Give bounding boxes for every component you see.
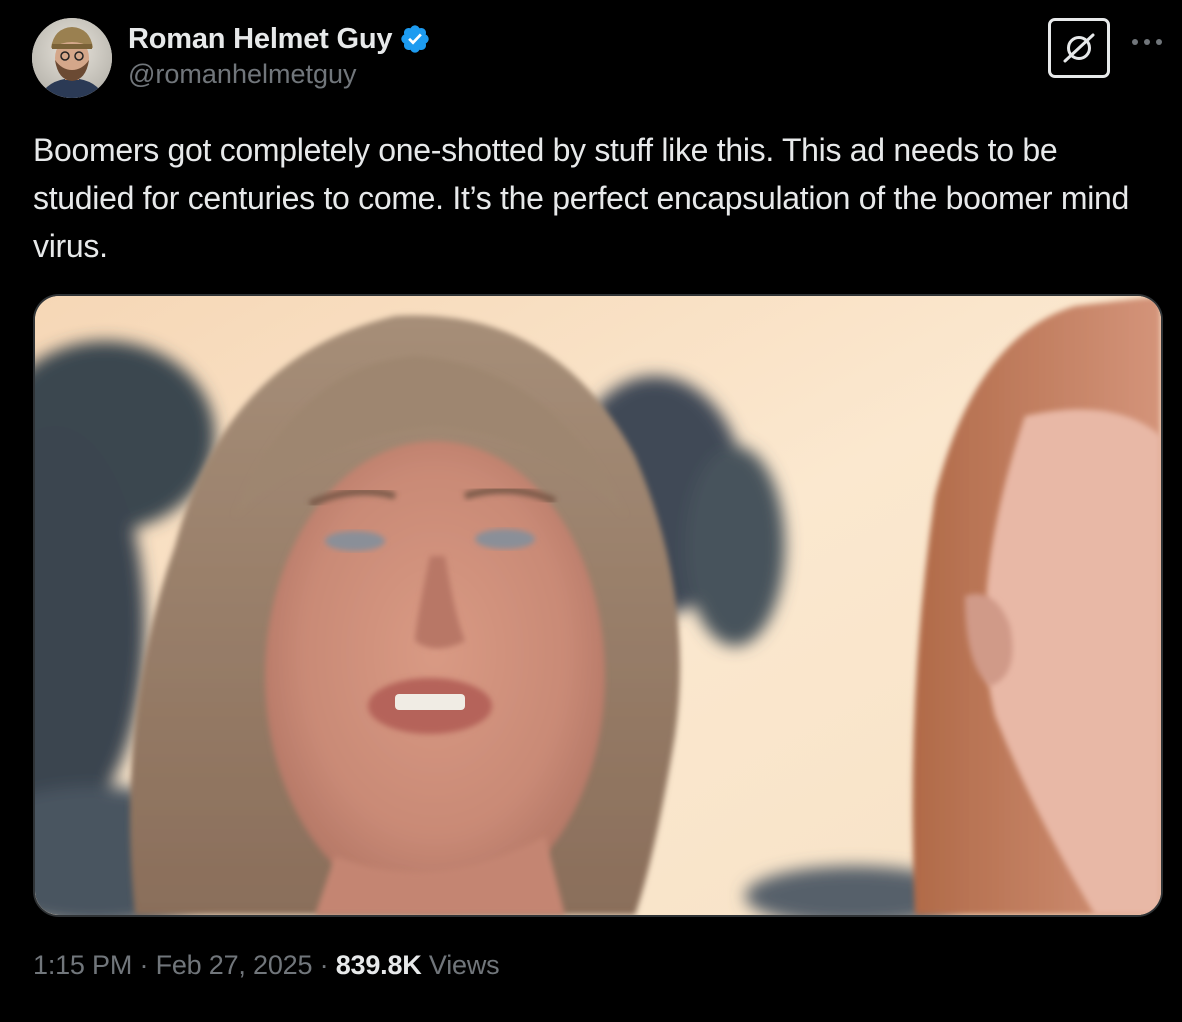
avatar[interactable] <box>32 18 112 98</box>
name-row: Roman Helmet Guy <box>128 20 431 58</box>
more-button[interactable] <box>1129 30 1165 54</box>
grok-button[interactable] <box>1048 18 1110 78</box>
grok-icon <box>1063 33 1095 63</box>
views-count[interactable]: 839.8K <box>336 950 422 980</box>
media-video[interactable] <box>33 294 1163 917</box>
avatar-image <box>32 18 112 98</box>
more-dots-icon <box>1132 39 1162 45</box>
tweet-date[interactable]: Feb 27, 2025 <box>156 950 313 980</box>
tweet-text: Boomers got completely one-shotted by st… <box>33 132 1130 264</box>
meta-separator: · <box>319 950 329 980</box>
tweet: Roman Helmet Guy @romanhelmetguy Boomers… <box>0 0 1182 1022</box>
display-name[interactable]: Roman Helmet Guy <box>128 23 393 56</box>
author-info: Roman Helmet Guy @romanhelmetguy <box>128 20 431 90</box>
views-label: Views <box>428 950 500 980</box>
video-frame-image <box>35 296 1161 915</box>
tweet-meta: 1:15 PM · Feb 27, 2025 · 839.8K Views <box>33 950 500 981</box>
meta-separator: · <box>139 950 149 980</box>
handle[interactable]: @romanhelmetguy <box>128 59 431 90</box>
verified-badge-icon[interactable] <box>399 23 431 55</box>
tweet-time[interactable]: 1:15 PM <box>33 950 132 980</box>
